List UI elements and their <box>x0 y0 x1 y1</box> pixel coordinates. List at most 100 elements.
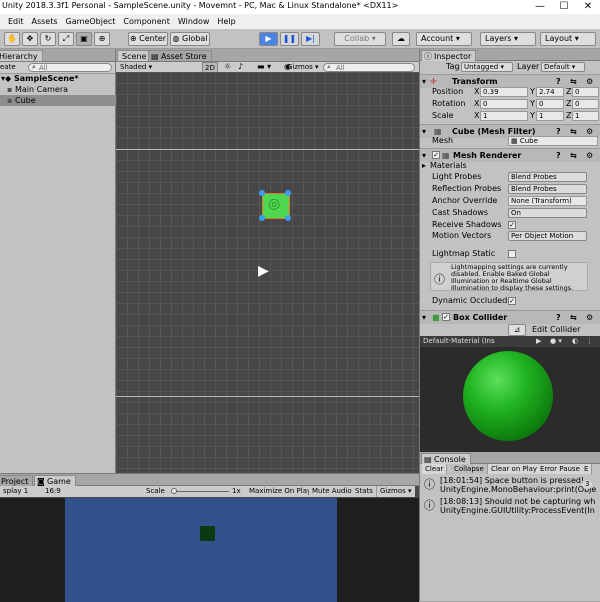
help-icon[interactable]: ? <box>556 311 561 324</box>
pivot-center-button[interactable]: ⊕ Center <box>128 32 168 46</box>
move-tool-icon[interactable]: ✥ <box>22 32 38 46</box>
dynamic-occluded-checkbox[interactable]: ✓ <box>508 297 516 305</box>
transform-tool-icon[interactable]: ⊕ <box>94 32 110 46</box>
editor-button[interactable]: E <box>581 464 593 474</box>
preview-menu-icon[interactable]: ⋮ <box>586 336 593 347</box>
rect-tool-icon[interactable]: ▣ <box>76 32 92 46</box>
console-row[interactable]: ⓘ [18:01:54] Space button is pressed! Un… <box>420 476 600 495</box>
mute-audio-toggle[interactable]: Mute Audio <box>309 486 356 497</box>
shading-mode-dropdown[interactable]: Shaded ▾ <box>120 62 152 72</box>
stats-toggle[interactable]: Stats <box>352 486 377 497</box>
tab-scene[interactable]: Scene <box>117 50 152 61</box>
box-collider-header[interactable]: ▾ ■ ✓ Box Collider ? ⇆ ⚙ <box>420 310 600 324</box>
preset-icon[interactable]: ⇆ <box>570 311 577 324</box>
hierarchy-item-cube[interactable]: ▪ Cube <box>0 95 116 106</box>
collab-button[interactable]: Collab ▾ <box>334 32 386 46</box>
preview-light-icon[interactable]: ◐ <box>572 336 578 347</box>
rect-handle[interactable] <box>259 215 265 221</box>
cast-shadows-dropdown[interactable]: On <box>508 208 587 218</box>
lighting-toggle-icon[interactable]: ☼ <box>224 62 231 72</box>
maximize-on-play-toggle[interactable]: Maximize On Play <box>246 486 316 497</box>
tab-project[interactable]: Project <box>0 475 34 486</box>
rotation-y-field[interactable]: 0 <box>536 99 564 109</box>
layer-dropdown[interactable]: Default ▾ <box>541 62 585 72</box>
hand-tool-icon[interactable]: ✋ <box>4 32 20 46</box>
clear-button[interactable]: Clear <box>422 464 448 474</box>
maximize-button[interactable]: ☐ <box>552 0 576 14</box>
component-menu-icon[interactable]: ⚙ <box>586 311 593 324</box>
rotate-tool-icon[interactable]: ↻ <box>40 32 56 46</box>
tab-asset-store[interactable]: ▤ Asset Store <box>148 50 212 61</box>
layout-dropdown[interactable]: Layout ▾ <box>540 32 596 46</box>
error-pause-button[interactable]: Error Pause <box>537 464 584 474</box>
clear-on-play-button[interactable]: Clear on Play <box>488 464 542 474</box>
create-dropdown[interactable]: eate <box>0 62 16 72</box>
motion-vectors-dropdown[interactable]: Per Object Motion <box>508 231 587 241</box>
console-row[interactable]: ⓘ [18:08:13] Should not be capturing wh … <box>420 497 600 516</box>
minimize-button[interactable]: — <box>528 0 552 14</box>
hierarchy-item-main-camera[interactable]: ▪ Main Camera <box>0 84 116 95</box>
audio-toggle-icon[interactable]: ♪ <box>238 62 243 72</box>
material-preview-sphere[interactable] <box>463 351 553 441</box>
aspect-dropdown[interactable]: 16:9 <box>42 486 150 497</box>
account-dropdown[interactable]: Account ▾ <box>416 32 472 46</box>
gizmos-dropdown[interactable]: Gizmos ▾ <box>287 62 319 72</box>
console-row-line2: UnityEngine.MonoBehaviour:print(Obje <box>440 485 597 494</box>
scale-slider[interactable]: Scale 1x <box>143 486 253 497</box>
position-z-field[interactable]: 0 <box>572 87 599 97</box>
move-handle-icon[interactable]: ◎ <box>268 197 280 211</box>
preview-play-icon[interactable]: ▶ <box>536 336 541 347</box>
light-probes-dropdown[interactable]: Blend Probes <box>508 172 587 182</box>
tab-inspector[interactable]: ⓘ Inspector <box>421 50 477 61</box>
mesh-field[interactable]: ▦ Cube <box>508 136 598 146</box>
scale-tool-icon[interactable]: ⤢ <box>58 32 74 46</box>
rect-handle[interactable] <box>285 215 291 221</box>
anchor-override-field[interactable]: None (Transform) <box>508 196 587 206</box>
collapse-button[interactable]: Collapse <box>451 464 488 474</box>
menu-assets[interactable]: Assets <box>28 14 62 29</box>
lightmap-static-checkbox[interactable] <box>508 250 516 258</box>
pause-button[interactable]: ❚❚ <box>280 32 299 46</box>
receive-shadows-checkbox[interactable]: ✓ <box>508 221 516 229</box>
scale-slider-thumb[interactable] <box>171 488 177 494</box>
effects-dropdown-icon[interactable]: ▬ ▾ <box>257 62 271 72</box>
scale-x-field[interactable]: 1 <box>480 111 528 121</box>
menu-help[interactable]: Help <box>213 14 239 29</box>
position-x-field[interactable]: 0.39 <box>480 87 528 97</box>
scene-search[interactable]: ⌕ All <box>323 63 415 72</box>
scale-row: Scale X 1 Y 1 Z 1 <box>420 110 600 122</box>
position-y-field[interactable]: 2.74 <box>536 87 564 97</box>
game-viewport[interactable] <box>65 498 337 602</box>
edit-collider-icon[interactable]: ⊿ <box>508 324 526 336</box>
play-button[interactable]: ▶ <box>259 32 278 46</box>
rect-handle[interactable] <box>285 190 291 196</box>
tag-dropdown[interactable]: Untagged ▾ <box>461 62 513 72</box>
menu-gameobject[interactable]: GameObject <box>62 14 120 29</box>
rotation-z-field[interactable]: 0 <box>572 99 599 109</box>
cloud-icon[interactable]: ☁ <box>392 32 410 46</box>
scale-z-field[interactable]: 1 <box>572 111 599 121</box>
preview-shape-icon[interactable]: ● ▾ <box>550 336 562 347</box>
hierarchy-search[interactable]: ⌕ All <box>28 63 112 72</box>
camera-gizmo-icon[interactable]: ▶ <box>258 264 269 278</box>
close-button[interactable]: ✕ <box>576 0 600 14</box>
reflection-probes-dropdown[interactable]: Blend Probes <box>508 184 587 194</box>
menu-component[interactable]: Component <box>119 14 173 29</box>
tab-hierarchy[interactable]: Hierarchy <box>0 50 43 61</box>
layers-dropdown[interactable]: Layers ▾ <box>480 32 536 46</box>
menu-edit[interactable]: Edit <box>4 14 28 29</box>
scale-slider-track[interactable] <box>171 491 229 492</box>
menu-window[interactable]: Window <box>174 14 214 29</box>
mesh-renderer-enabled-checkbox[interactable]: ✓ <box>432 151 440 159</box>
rect-handle[interactable] <box>259 190 265 196</box>
scene-viewport[interactable]: ◎ ▶ <box>116 72 419 473</box>
tab-console[interactable]: ▤ Console <box>421 453 471 464</box>
rotation-x-field[interactable]: 0 <box>480 99 528 109</box>
box-collider-enabled-checkbox[interactable]: ✓ <box>442 313 450 321</box>
step-button[interactable]: ▶| <box>301 32 320 46</box>
scale-y-field[interactable]: 1 <box>536 111 564 121</box>
tab-game[interactable]: ◙ Game <box>34 475 76 486</box>
gizmos-dropdown[interactable]: Gizmos ▾ <box>377 486 415 497</box>
hierarchy-scene-row[interactable]: ▾◆ SampleScene* <box>0 73 116 84</box>
pivot-global-button[interactable]: ◍ Global <box>170 32 210 46</box>
